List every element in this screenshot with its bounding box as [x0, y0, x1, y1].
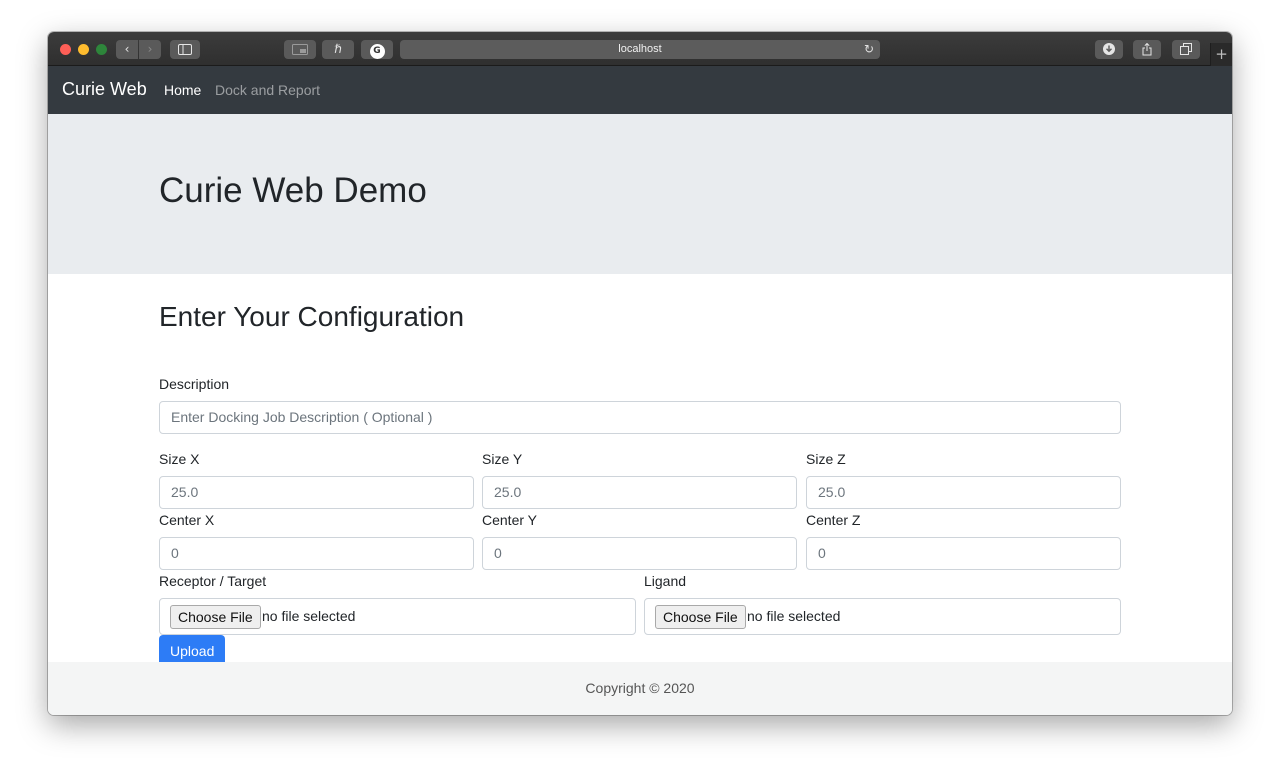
extension-button-1[interactable]: [284, 40, 316, 59]
minimize-window-button[interactable]: [78, 44, 89, 55]
downloads-button[interactable]: [1095, 40, 1123, 59]
back-button[interactable]: ‹: [116, 40, 138, 59]
center-z-label: Center Z: [806, 512, 861, 528]
size-x-input[interactable]: 25.0: [159, 476, 474, 509]
share-icon: [1142, 42, 1152, 56]
size-y-label: Size Y: [482, 451, 523, 467]
jumbotron: Curie Web Demo: [48, 114, 1232, 274]
receptor-choose-file-button[interactable]: Choose File: [170, 605, 261, 629]
size-z-label: Size Z: [806, 451, 846, 467]
hand-icon: ℏ: [334, 42, 342, 56]
download-icon: [1103, 43, 1115, 55]
tab-overview-button[interactable]: [1172, 40, 1200, 59]
center-y-input[interactable]: 0: [482, 537, 797, 570]
nav-link-home[interactable]: Home: [164, 82, 201, 98]
extension-button-3[interactable]: G: [361, 40, 393, 59]
forward-button[interactable]: ›: [139, 40, 161, 59]
description-input[interactable]: Enter Docking Job Description ( Optional…: [159, 401, 1121, 434]
browser-window: ‹ › ℏ G localhost ↻ + Curie Web Home Doc…: [48, 32, 1232, 715]
size-y-input[interactable]: 25.0: [482, 476, 797, 509]
nav-link-dock-and-report[interactable]: Dock and Report: [215, 82, 320, 98]
reload-icon[interactable]: ↻: [864, 40, 874, 59]
navbar-brand[interactable]: Curie Web: [62, 79, 147, 100]
description-label: Description: [159, 376, 230, 392]
page-footer: Copyright © 2020: [48, 662, 1232, 715]
plus-icon: +: [1215, 45, 1228, 63]
receptor-label: Receptor / Target: [159, 573, 267, 589]
center-x-label: Center X: [159, 512, 215, 528]
ligand-label: Ligand: [644, 573, 687, 589]
sidebar-toggle-button[interactable]: [170, 40, 200, 59]
sidebar-icon: [178, 44, 192, 55]
address-bar[interactable]: localhost ↻: [400, 40, 880, 59]
new-tab-button[interactable]: +: [1210, 43, 1232, 66]
zoom-window-button[interactable]: [96, 44, 107, 55]
ligand-file-status: no file selected: [747, 608, 841, 624]
ligand-choose-file-button[interactable]: Choose File: [655, 605, 746, 629]
grammarly-icon: G: [369, 44, 385, 59]
center-z-input[interactable]: 0: [806, 537, 1121, 570]
size-x-label: Size X: [159, 451, 200, 467]
form-title: Enter Your Configuration: [159, 301, 465, 332]
page-title: Curie Web Demo: [159, 171, 427, 210]
receptor-file-status: no file selected: [262, 608, 356, 624]
chevron-right-icon: ›: [147, 42, 153, 56]
extension-button-2[interactable]: ℏ: [322, 40, 354, 59]
tabs-icon: [1180, 43, 1192, 55]
share-button[interactable]: [1133, 40, 1161, 59]
copyright-text: Copyright © 2020: [585, 680, 695, 696]
site-navbar: Curie Web Home Dock and Report: [48, 66, 1232, 114]
ligand-file-input: Choose File no file selected: [644, 598, 1121, 635]
size-z-input[interactable]: 25.0: [806, 476, 1121, 509]
receptor-file-input: Choose File no file selected: [159, 598, 636, 635]
center-y-label: Center Y: [482, 512, 537, 528]
close-window-button[interactable]: [60, 44, 71, 55]
chevron-left-icon: ‹: [124, 42, 130, 56]
screen-icon: [292, 44, 308, 55]
url-text: localhost: [618, 43, 662, 55]
center-x-input[interactable]: 0: [159, 537, 474, 570]
browser-titlebar: ‹ › ℏ G localhost ↻ +: [48, 32, 1232, 66]
